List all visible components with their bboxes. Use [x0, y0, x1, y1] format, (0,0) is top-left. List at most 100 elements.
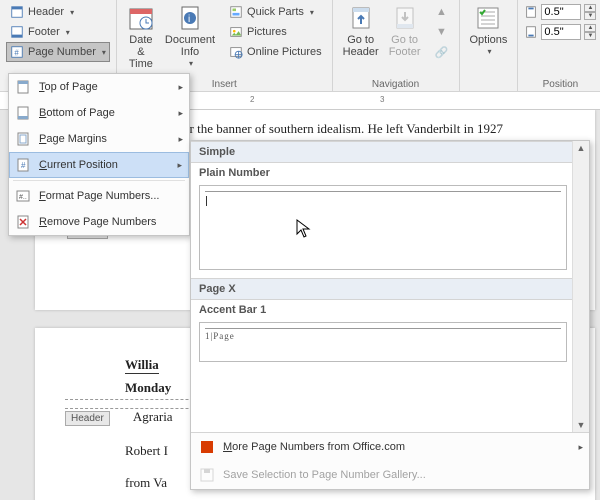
date-time-button[interactable]: Date & Time — [123, 2, 159, 72]
goto-footer-icon — [391, 4, 419, 32]
position-group-label: Position — [524, 78, 596, 90]
menu-label: Save Selection to Page Number Gallery... — [223, 469, 426, 481]
svg-text:i: i — [188, 14, 190, 25]
goto-footer-label: Go to Footer — [389, 34, 421, 58]
ruler-mark: 2 — [250, 95, 254, 104]
menu-bottom-of-page[interactable]: Bottom of Page ▸ — [9, 100, 189, 126]
calendar-icon — [127, 4, 155, 32]
prev-icon: ▲ — [435, 5, 449, 19]
menu-remove-page-numbers[interactable]: Remove Page Numbers — [9, 209, 189, 235]
gallery-item-label: Accent Bar 1 — [191, 300, 589, 320]
page-margins-icon — [15, 131, 31, 147]
footer-from-bottom-input[interactable] — [541, 24, 581, 40]
submenu-arrow-icon: ▸ — [177, 160, 182, 171]
submenu-arrow-icon: ▸ — [178, 82, 183, 93]
page-top-icon — [15, 79, 31, 95]
page-number-menu: Top of Page ▸ Bottom of Page ▸ Page Marg… — [8, 73, 190, 236]
page-number-button[interactable]: # Page Number ▾ — [6, 42, 110, 62]
nav-link-button: 🔗 — [431, 42, 453, 62]
scroll-down-icon[interactable]: ▼ — [575, 418, 588, 432]
caret-icon: ▾ — [189, 60, 193, 69]
header-icon — [10, 5, 24, 19]
current-position-icon: # — [15, 157, 31, 173]
quick-parts-button[interactable]: Quick Parts ▾ — [225, 2, 326, 22]
format-icon: #.. — [15, 188, 31, 204]
header-tag: Header — [65, 411, 110, 426]
page-number-icon: # — [10, 45, 24, 59]
menu-format-page-numbers[interactable]: #.. Format Page Numbers... — [9, 183, 189, 209]
gallery-item-plain-number[interactable] — [199, 185, 567, 270]
remove-icon — [15, 214, 31, 230]
gallery-item-accent-bar[interactable]: 1|Page — [199, 322, 567, 362]
submenu-arrow-icon: ▸ — [178, 134, 183, 145]
gallery-scrollbar[interactable]: ▲ ▼ — [572, 141, 589, 432]
next-icon: ▼ — [435, 25, 449, 39]
caret-icon: ▾ — [102, 48, 106, 57]
online-pictures-button[interactable]: Online Pictures — [225, 42, 326, 62]
menu-page-margins[interactable]: Page Margins ▸ — [9, 126, 189, 152]
goto-header-icon — [347, 4, 375, 32]
date-time-label: Date & Time — [127, 34, 155, 70]
caret-icon: ▾ — [487, 48, 491, 57]
menu-label: Current Position — [39, 159, 118, 171]
gallery-item-label: Plain Number — [191, 163, 589, 183]
footer-from-bottom-spinner[interactable]: ▲▼ — [524, 22, 596, 42]
spin-up[interactable]: ▲ — [584, 24, 596, 32]
menu-label: Remove Page Numbers — [39, 216, 156, 228]
gallery-section-pagex: Page X — [191, 278, 589, 300]
office-icon — [199, 439, 215, 455]
scroll-up-icon[interactable]: ▲ — [575, 141, 588, 155]
goto-header-button[interactable]: Go to Header — [339, 2, 383, 62]
menu-label: Bottom of Page — [39, 107, 115, 119]
margin-top-icon — [524, 5, 538, 19]
nav-prev-button: ▲ — [431, 2, 453, 22]
page-bottom-icon — [15, 105, 31, 121]
header-button[interactable]: Header▾ — [6, 2, 110, 22]
menu-current-position[interactable]: # Current Position ▸ — [9, 152, 189, 178]
spin-down[interactable]: ▼ — [584, 12, 596, 20]
svg-text:#: # — [14, 49, 19, 58]
header-from-top-input[interactable] — [541, 4, 581, 20]
footer-icon — [10, 25, 24, 39]
pictures-button[interactable]: Pictures — [225, 22, 326, 42]
ruler-mark: 3 — [380, 95, 384, 104]
submenu-arrow-icon: ▸ — [578, 442, 583, 453]
document-info-label: Document Info — [165, 34, 215, 58]
footer-button[interactable]: Footer ▾ — [6, 22, 110, 42]
menu-label: More Page Numbers from Office.com — [223, 441, 405, 453]
gallery-save-selection: Save Selection to Page Number Gallery... — [191, 461, 589, 489]
save-icon — [199, 467, 215, 483]
body-text: Willia — [125, 357, 159, 374]
link-icon: 🔗 — [435, 45, 449, 59]
goto-header-label: Go to Header — [343, 34, 379, 58]
footer-label: Footer — [28, 26, 60, 38]
page-number-label: Page Number — [28, 46, 96, 58]
document-info-icon: i — [176, 4, 204, 32]
menu-label: Format Page Numbers... — [39, 190, 159, 202]
gallery-more-from-office[interactable]: More Page Numbers from Office.com ▸ — [191, 433, 589, 461]
quick-parts-label: Quick Parts — [247, 6, 304, 18]
body-text: ating under the banner of southern ideal… — [135, 121, 565, 137]
options-button[interactable]: Options ▾ — [466, 2, 512, 59]
caret-icon: ▾ — [310, 8, 314, 17]
online-pictures-icon — [229, 45, 243, 59]
options-label: Options — [470, 34, 508, 46]
caret-icon: ▾ — [70, 8, 74, 17]
body-text: Agraria — [133, 409, 173, 424]
svg-text:#: # — [21, 161, 26, 170]
submenu-arrow-icon: ▸ — [178, 108, 183, 119]
pictures-label: Pictures — [247, 26, 287, 38]
spin-down[interactable]: ▼ — [584, 32, 596, 40]
goto-footer-button: Go to Footer — [385, 2, 425, 62]
caret-icon: ▾ — [66, 28, 70, 37]
spin-up[interactable]: ▲ — [584, 4, 596, 12]
menu-label: Page Margins — [39, 133, 107, 145]
gallery-section-simple: Simple — [191, 141, 589, 163]
menu-top-of-page[interactable]: Top of Page ▸ — [9, 74, 189, 100]
nav-next-button: ▼ — [431, 22, 453, 42]
online-pictures-label: Online Pictures — [247, 46, 322, 58]
header-from-top-spinner[interactable]: ▲▼ — [524, 2, 596, 22]
document-info-button[interactable]: i Document Info ▾ — [161, 2, 219, 72]
pictures-icon — [229, 25, 243, 39]
page-number-gallery: Simple Plain Number Page X Accent Bar 1 … — [190, 140, 590, 490]
